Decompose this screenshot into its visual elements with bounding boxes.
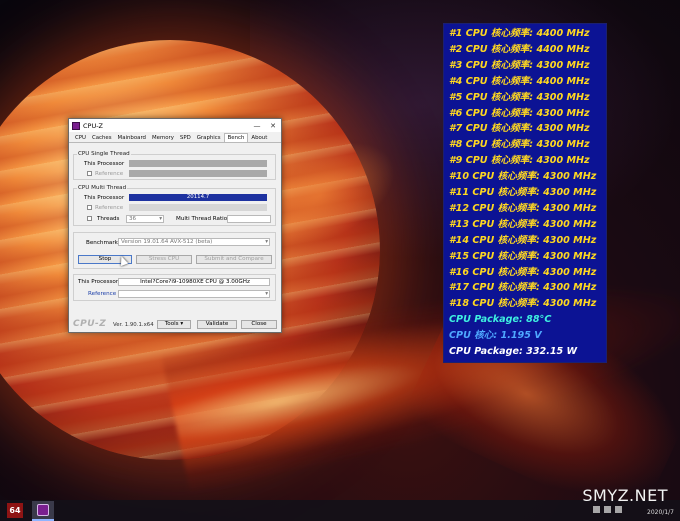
multi-this-processor-bar: 20114.7 [129,194,267,201]
threads-label: Threads [97,216,120,222]
tools-button-label: Tools [164,321,179,327]
threads-checkbox[interactable] [87,216,92,221]
multi-thread-group: CPU Multi Thread This Processor 20114.7 … [73,185,276,226]
multi-reference-checkbox[interactable] [87,205,92,210]
osd-line: CPU Package: 88°C [449,314,552,326]
osd-line: #15 CPU 核心频率: 4300 MHz [449,250,597,262]
window-footer: CPU-Z Ver. 1.90.1.x64 Tools ▾ Validate C… [69,318,281,332]
tab-graphics[interactable]: Graphics [194,135,224,142]
single-reference-checkbox[interactable] [87,171,92,176]
benchmark-label: Benchmark [86,240,118,246]
single-reference-bar [129,170,267,177]
osd-line: CPU Package: 332.15 W [449,346,578,357]
taskbar: 64 2020/1/7 [0,500,680,521]
reference-label: Reference [88,291,117,297]
cpuz-window: CPU-Z — ✕ CPU Caches Mainboard Memory SP… [68,118,282,333]
window-titlebar[interactable]: CPU-Z — ✕ [69,119,281,132]
osd-line: #4 CPU 核心频率: 4400 MHz [449,75,590,87]
taskbar-date: 2020/1/7 [647,509,674,516]
single-this-processor-label: This Processor [84,161,125,167]
close-button[interactable]: Close [241,320,277,329]
osd-line: #18 CPU 核心频率: 4300 MHz [449,298,597,310]
cpuz-app-icon [72,121,80,130]
single-reference-label: Reference [95,171,124,177]
tab-about[interactable]: About [248,135,270,142]
osd-line: #16 CPU 核心频率: 4300 MHz [449,266,597,278]
osd-line: #8 CPU 核心频率: 4300 MHz [449,139,590,151]
multi-thread-ratio-label: Multi Thread Ratio [176,216,228,222]
osd-line: #3 CPU 核心频率: 4300 MHz [449,59,590,71]
osd-line: #17 CPU 核心频率: 4300 MHz [449,282,597,294]
window-title: CPU-Z [83,121,104,130]
validate-button[interactable]: Validate [197,320,237,329]
multi-thread-ratio-field [227,215,271,223]
tray-folder-icon[interactable] [593,506,600,513]
minimize-button[interactable]: — [249,120,265,132]
osd-line: #7 CPU 核心频率: 4300 MHz [449,123,590,135]
tab-spd[interactable]: SPD [177,135,194,142]
chevron-down-icon: ▾ [265,291,268,297]
tray-volume-icon[interactable] [615,506,622,513]
watermark: SMYZ.NET [582,486,668,505]
osd-line: CPU 核心: 1.195 V [449,330,542,342]
osd-line: #6 CPU 核心频率: 4300 MHz [449,107,590,119]
chevron-down-icon: ▾ [180,321,184,327]
stress-cpu-button[interactable]: Stress CPU [136,255,192,264]
threads-select[interactable]: 36 ▾ [126,215,164,223]
tab-mainboard[interactable]: Mainboard [115,135,149,142]
osd-line: #11 CPU 核心频率: 4300 MHz [449,187,597,198]
cpuz-app-icon [37,504,49,516]
single-thread-group: CPU Single Thread This Processor Referen… [73,151,276,180]
osd-line: #1 CPU 核心频率: 4400 MHz [449,28,590,39]
system-tray [593,506,622,513]
taskbar-app-64[interactable]: 64 [7,503,23,518]
submit-and-compare-button[interactable]: Submit and Compare [196,255,272,264]
osd-line: #14 CPU 核心频率: 4300 MHz [449,234,597,246]
tab-memory[interactable]: Memory [149,135,177,142]
benchmark-version-select[interactable]: Version 19.01.64 AVX-512 (beta) ▾ [118,238,270,246]
tab-cpu[interactable]: CPU [72,135,89,142]
multi-this-processor-label: This Processor [84,195,125,201]
tab-bench[interactable]: Bench [223,133,249,142]
processor-name-field: Intel?Core?i9-10980XE CPU @ 3.00GHz [118,278,270,286]
tab-caches[interactable]: Caches [89,135,115,142]
osd-line: #13 CPU 核心频率: 4300 MHz [449,218,597,230]
benchmark-group: Benchmark Version 19.01.64 AVX-512 (beta… [73,232,276,269]
tray-network-icon[interactable] [604,506,611,513]
osd-line: #10 CPU 核心频率: 4300 MHz [449,171,597,183]
chevron-down-icon: ▾ [159,216,162,222]
cpuz-brand-logo: CPU-Z [73,319,107,329]
processor-label: This Processor [78,279,119,285]
multi-thread-title: CPU Multi Thread [77,185,128,191]
chevron-down-icon: ▾ [265,239,268,245]
osd-line: #5 CPU 核心频率: 4300 MHz [449,91,590,103]
reference-select[interactable]: ▾ [118,290,270,298]
osd-line: #2 CPU 核心频率: 4400 MHz [449,43,590,55]
osd-line: #12 CPU 核心频率: 4300 MHz [449,202,597,214]
single-this-processor-bar [129,160,267,167]
close-window-button[interactable]: ✕ [265,120,281,132]
version-label: Ver. 1.90.1.x64 [113,322,154,328]
tools-button[interactable]: Tools ▾ [157,320,191,329]
hardware-monitor-osd: #1 CPU 核心频率: 4400 MHz #2 CPU 核心频率: 4400 M… [444,24,606,362]
single-thread-title: CPU Single Thread [77,151,131,157]
taskbar-app-cpuz[interactable] [32,501,54,521]
threads-value: 36 [129,216,137,222]
multi-reference-label: Reference [95,205,124,211]
benchmark-version-value: Version 19.01.64 AVX-512 (beta) [121,239,213,245]
processor-group: This Processor Intel?Core?i9-10980XE CPU… [73,274,276,301]
tab-bar: CPU Caches Mainboard Memory SPD Graphics… [69,132,281,143]
multi-reference-bar [129,204,267,211]
osd-line: #9 CPU 核心频率: 4300 MHz [449,155,590,167]
